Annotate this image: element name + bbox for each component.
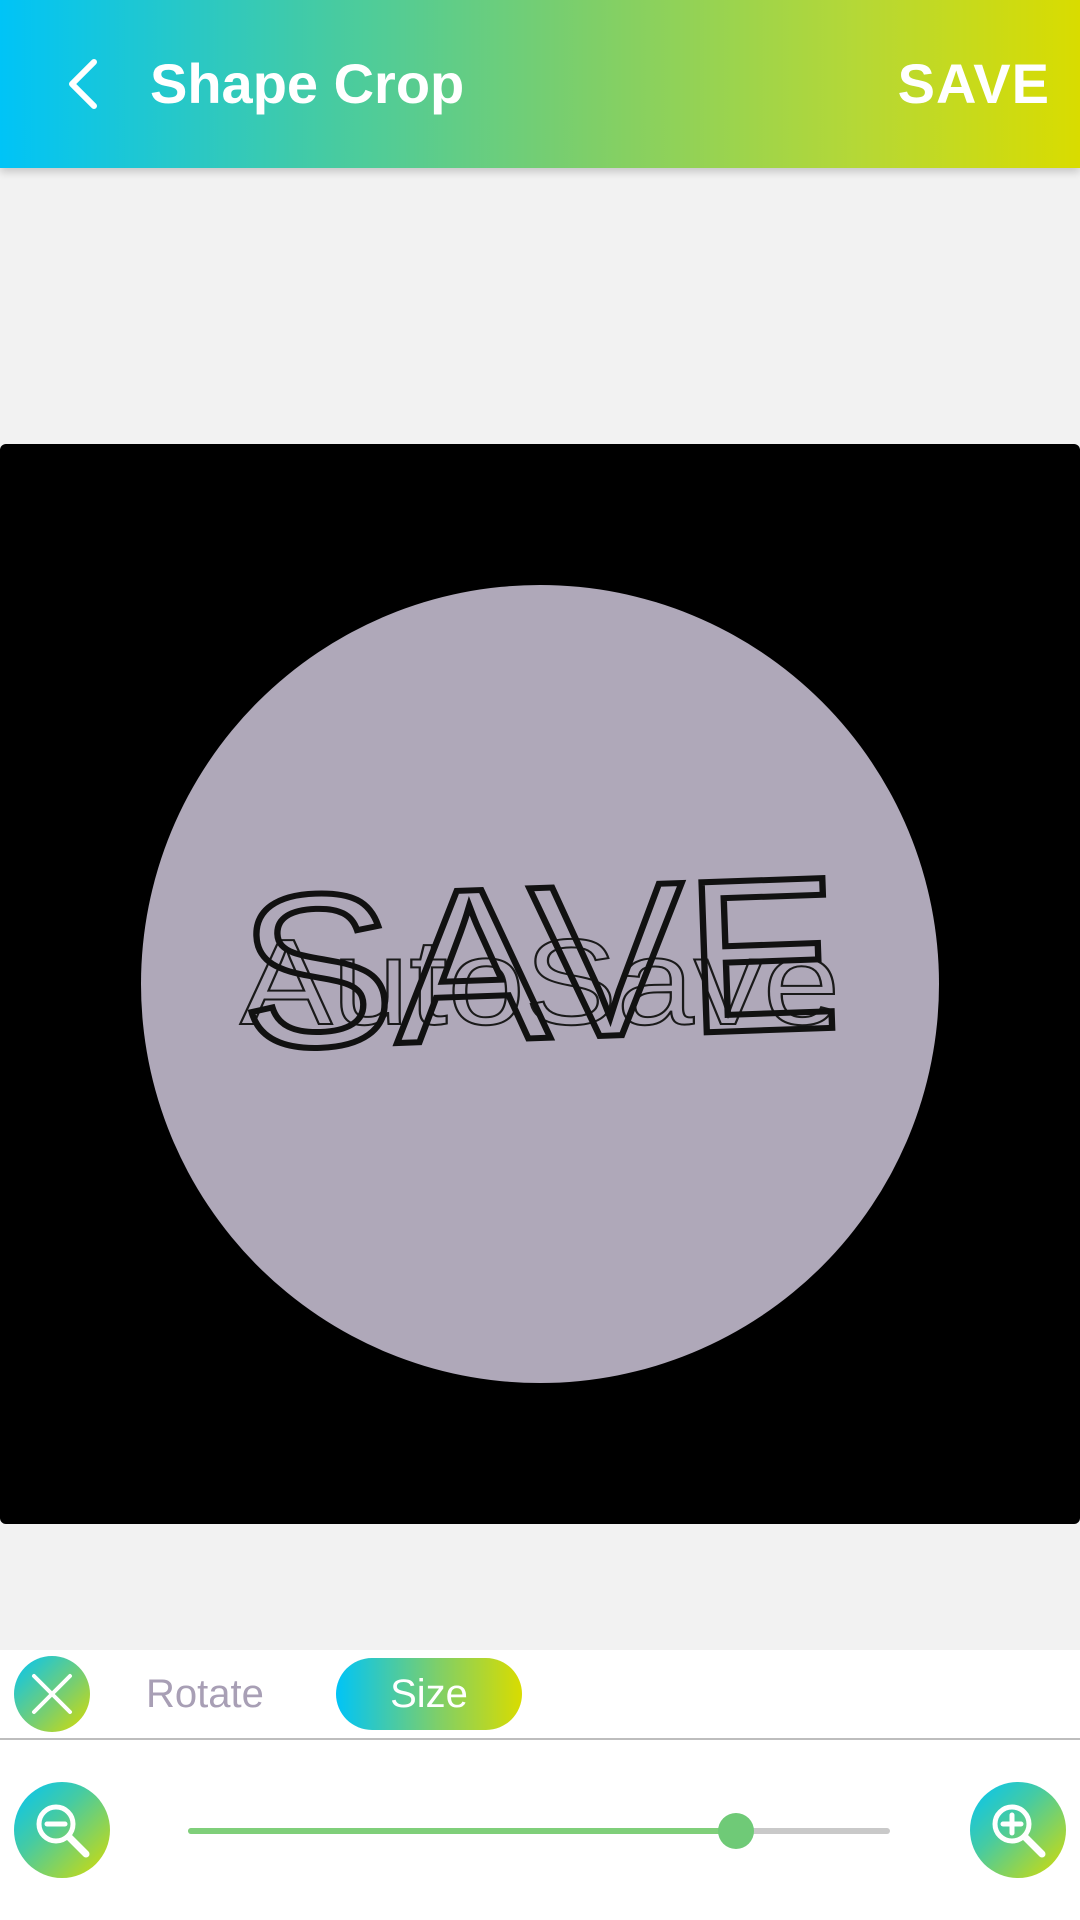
- close-icon: [32, 1674, 72, 1714]
- crop-tools-bar: Rotate Size: [0, 1650, 1080, 1740]
- zoom-out-icon: [36, 1804, 90, 1858]
- page-title: Shape Crop: [150, 52, 465, 115]
- zoom-slider-thumb[interactable]: [717, 1813, 754, 1849]
- zoom-out-button[interactable]: [14, 1782, 110, 1878]
- back-button[interactable]: [44, 44, 124, 124]
- tab-size[interactable]: Size: [336, 1658, 522, 1730]
- image-text-primary: SAVE: [236, 832, 844, 1096]
- cropped-image: AutoSave SAVE: [233, 829, 847, 1099]
- zoom-controls: [0, 1740, 1080, 1920]
- zoom-slider-fill: [188, 1828, 736, 1834]
- app-bar: Shape Crop SAVE: [0, 0, 1080, 168]
- crop-canvas[interactable]: AutoSave SAVE: [0, 444, 1080, 1524]
- chevron-left-icon: [69, 59, 97, 109]
- close-button[interactable]: [14, 1656, 90, 1732]
- zoom-in-icon: [992, 1804, 1046, 1858]
- save-button[interactable]: SAVE: [898, 48, 1050, 120]
- zoom-in-button[interactable]: [970, 1782, 1066, 1878]
- zoom-slider[interactable]: [188, 1813, 890, 1849]
- tab-rotate[interactable]: Rotate: [146, 1666, 264, 1722]
